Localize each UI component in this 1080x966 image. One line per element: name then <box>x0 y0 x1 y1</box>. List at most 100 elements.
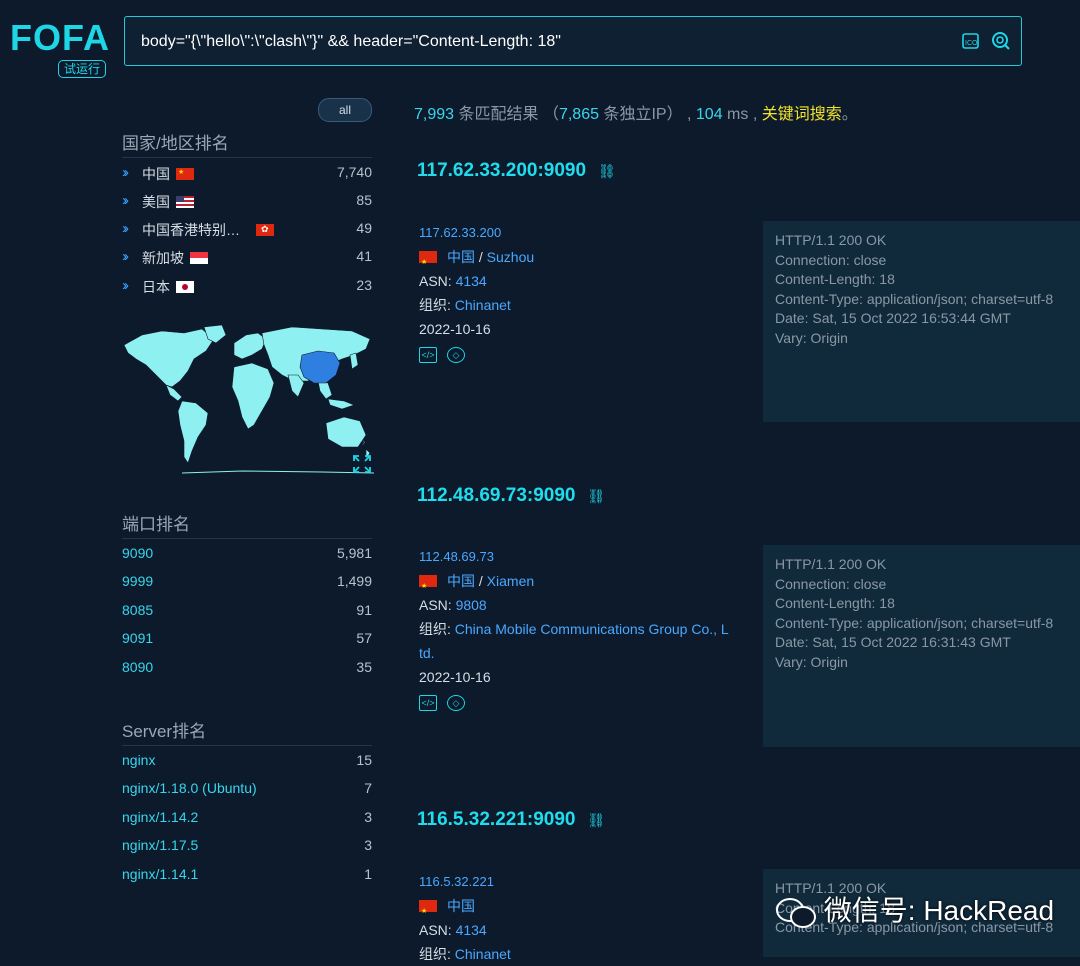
divider <box>122 538 372 539</box>
search-icon[interactable] <box>991 31 1011 51</box>
country-count: 49 <box>356 220 372 236</box>
expand-map-icon[interactable] <box>352 454 372 474</box>
code-icon[interactable]: </> <box>419 695 437 711</box>
country-item-sg[interactable]: ›› 新加坡 41 <box>122 248 372 268</box>
keyword-search-link[interactable]: 关键词搜索 <box>762 106 842 123</box>
result-host-link[interactable]: 116.5.32.221:9090 <box>417 809 576 830</box>
response-line: Vary: Origin <box>775 329 848 346</box>
org-link[interactable]: China Mobile Communications Group Co., L <box>455 621 729 637</box>
result-ip-link[interactable]: 112.48.69.73 <box>419 549 494 564</box>
svg-text:ICO: ICO <box>965 40 978 47</box>
server-label: nginx <box>122 752 156 768</box>
port-count: 1,499 <box>336 573 372 589</box>
server-count: 15 <box>356 752 372 768</box>
server-count: 7 <box>364 780 372 796</box>
org-link[interactable]: Chinanet <box>455 946 511 962</box>
asn-link[interactable]: 9808 <box>456 597 487 613</box>
server-label: nginx/1.17.5 <box>122 837 199 853</box>
asn-link[interactable]: 4134 <box>456 922 487 938</box>
cube-icon[interactable]: ◇ <box>447 695 465 711</box>
response-header-panel: HTTP/1.1 200 OK Connection: close Conten… <box>763 545 1080 747</box>
result-card: 112.48.69.73:9090 ⛓ <box>417 485 605 507</box>
code-icon[interactable]: </> <box>419 347 437 363</box>
response-line: Connection: close <box>775 251 887 268</box>
city-link[interactable]: Suzhou <box>487 249 534 265</box>
double-chevron-icon: ›› <box>122 220 129 237</box>
ico-search-icon[interactable]: ICO <box>961 31 981 51</box>
port-count: 57 <box>356 630 372 646</box>
country-item-hk[interactable]: ›› 中国香港特别… ✿ 49 <box>122 220 372 240</box>
org-label: 组织: <box>419 621 455 637</box>
port-label: 9090 <box>122 545 154 561</box>
asn-label: ASN: <box>419 273 456 289</box>
country-link[interactable]: 中国 <box>447 573 475 589</box>
city-link[interactable]: Xiamen <box>487 573 534 589</box>
link-icon[interactable]: ⛓ <box>587 812 605 828</box>
country-item-cn[interactable]: ›› 中国 ★ 7,740 <box>122 164 372 184</box>
cn-flag-icon: ★ <box>176 168 194 180</box>
country-section-title: 国家/地区排名 <box>122 134 229 153</box>
cn-flag-icon: ★ <box>419 251 437 266</box>
country-link[interactable]: 中国 <box>447 898 475 914</box>
jp-flag-icon <box>176 281 194 293</box>
server-item[interactable]: nginx/1.14.2 3 <box>122 809 372 829</box>
server-item[interactable]: nginx/1.18.0 (Ubuntu) 7 <box>122 780 372 800</box>
country-label: 中国 <box>142 166 170 182</box>
double-chevron-icon: ›› <box>122 248 129 265</box>
port-item[interactable]: 8085 91 <box>122 602 372 622</box>
port-section-title: 端口排名 <box>122 515 190 534</box>
org-link-continued[interactable]: td. <box>419 645 435 661</box>
double-chevron-icon: ›› <box>122 277 129 294</box>
port-item[interactable]: 9999 1,499 <box>122 573 372 593</box>
port-item[interactable]: 9090 5,981 <box>122 545 372 565</box>
server-count: 3 <box>364 809 372 825</box>
link-icon[interactable]: ⛓ <box>598 163 616 179</box>
result-host-link[interactable]: 112.48.69.73:9090 <box>417 485 576 506</box>
port-count: 91 <box>356 602 372 618</box>
country-item-us[interactable]: ›› 美国 85 <box>122 192 372 212</box>
org-link[interactable]: Chinanet <box>455 297 511 313</box>
server-item[interactable]: nginx/1.14.1 1 <box>122 866 372 886</box>
china-region[interactable] <box>299 350 341 384</box>
divider <box>122 745 372 746</box>
result-card: 116.5.32.221:9090 ⛓ <box>417 809 605 831</box>
country-item-jp[interactable]: ›› 日本 23 <box>122 277 372 297</box>
unique-suffix: 条独立IP） , <box>599 106 696 123</box>
port-label: 8085 <box>122 602 154 618</box>
response-line: Content-Type: application/json; charset=… <box>775 614 1054 631</box>
country-link[interactable]: 中国 <box>447 249 475 265</box>
result-summary: 7,993 条匹配结果 （7,865 条独立IP） , 104 ms , 关键词… <box>414 100 858 124</box>
cn-flag-icon: ★ <box>419 900 437 915</box>
server-label: nginx/1.14.1 <box>122 866 199 882</box>
response-line: HTTP/1.1 200 OK <box>775 232 887 248</box>
world-map[interactable]: › <box>122 324 375 475</box>
country-count: 85 <box>356 192 372 208</box>
port-label: 9091 <box>122 630 154 646</box>
server-label: nginx/1.14.2 <box>122 809 199 825</box>
logo-text: FOFA <box>10 17 110 58</box>
asn-label: ASN: <box>419 597 456 613</box>
divider <box>122 157 372 158</box>
port-label: 8090 <box>122 659 154 675</box>
cube-icon[interactable]: ◇ <box>447 347 465 363</box>
port-item[interactable]: 8090 35 <box>122 659 372 679</box>
server-item[interactable]: nginx 15 <box>122 752 372 772</box>
org-label: 组织: <box>419 297 455 313</box>
trial-badge: 试运行 <box>58 60 107 78</box>
asn-link[interactable]: 4134 <box>456 273 487 289</box>
country-count: 41 <box>356 248 372 264</box>
result-host-link[interactable]: 117.62.33.200:9090 <box>417 160 586 181</box>
search-input[interactable] <box>139 29 943 55</box>
svg-text:›: › <box>362 437 365 448</box>
response-line: Date: Sat, 15 Oct 2022 16:31:43 GMT <box>775 634 1011 650</box>
link-icon[interactable]: ⛓ <box>587 488 605 504</box>
result-ip-link[interactable]: 117.62.33.200 <box>419 225 501 240</box>
server-item[interactable]: nginx/1.17.5 3 <box>122 837 372 857</box>
fofa-logo[interactable]: FOFA 试运行 <box>10 18 110 78</box>
country-count: 7,740 <box>336 164 372 180</box>
port-item[interactable]: 9091 57 <box>122 630 372 650</box>
result-meta: 112.48.69.73 ★ 中国 / Xiamen ASN: 9808 组织: … <box>419 544 749 713</box>
result-ip-link[interactable]: 116.5.32.221 <box>419 874 494 889</box>
response-line: Connection: close <box>775 575 887 592</box>
all-filter-button[interactable]: all <box>318 98 372 122</box>
